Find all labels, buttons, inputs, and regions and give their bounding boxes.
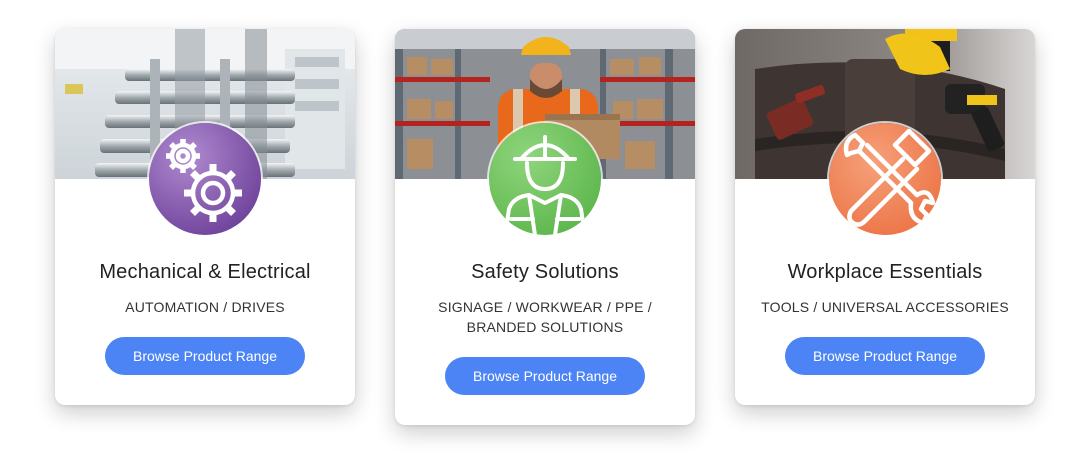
browse-product-range-button[interactable]: Browse Product Range (445, 357, 645, 395)
mechanical-badge (147, 121, 263, 237)
card-subtitle: SIGNAGE / WORKWEAR / PPE / BRANDED SOLUT… (438, 299, 652, 335)
browse-product-range-button[interactable]: Browse Product Range (105, 337, 305, 375)
category-card-safety-solutions: Safety Solutions SIGNAGE / WORKWEAR / PP… (395, 29, 695, 425)
card-title: Workplace Essentials (787, 261, 983, 283)
gears-icon (149, 123, 261, 235)
workplace-badge (827, 121, 943, 237)
category-card-workplace-essentials: Workplace Essentials TOOLS / UNIVERSAL A… (735, 29, 1035, 405)
category-card-mechanical-electrical: Mechanical & Electrical AUTOMATION / DRI… (55, 29, 355, 405)
hardhat-worker-icon (489, 123, 601, 235)
safety-badge (487, 121, 603, 237)
card-title: Mechanical & Electrical (99, 261, 311, 283)
hammer-wrench-icon (829, 123, 941, 235)
card-subtitle: TOOLS / UNIVERSAL ACCESSORIES (761, 299, 1009, 315)
card-subtitle: AUTOMATION / DRIVES (125, 299, 285, 315)
card-title: Safety Solutions (471, 261, 619, 283)
browse-product-range-button[interactable]: Browse Product Range (785, 337, 985, 375)
